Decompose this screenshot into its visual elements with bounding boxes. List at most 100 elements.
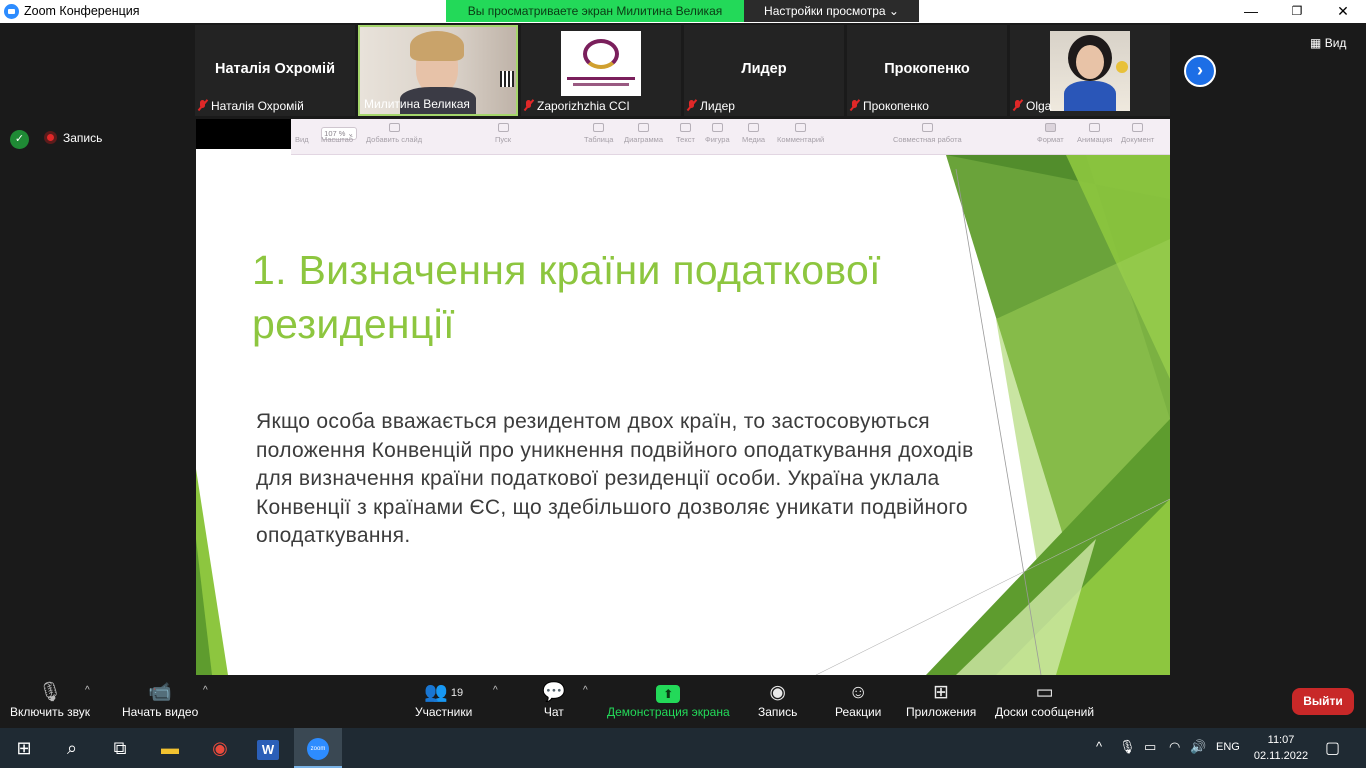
file-explorer-icon[interactable]: ▬ (146, 728, 194, 768)
view-button-label: Вид (1324, 36, 1347, 50)
chat-options-caret[interactable]: ^ (583, 685, 588, 696)
add-slide-button[interactable]: Добавить слайд (366, 123, 422, 144)
share-frame-edge (196, 119, 291, 149)
participant-label: Прокопенко (850, 99, 929, 114)
notifications-icon[interactable]: ▢ (1325, 738, 1340, 758)
minimize-button[interactable]: — (1228, 0, 1274, 23)
participants-icon: 👥 19 (424, 682, 464, 703)
chevron-down-icon: ⌄ (888, 4, 899, 18)
volume-icon[interactable]: 🔊 (1190, 739, 1206, 755)
participant-tile[interactable]: Olga (1010, 25, 1170, 116)
participant-tile[interactable]: Наталія Охромій Наталія Охромій (195, 25, 355, 116)
start-button[interactable]: ⊞ (0, 728, 48, 768)
search-icon[interactable]: ⌕ (48, 728, 96, 768)
record-button[interactable]: ◉ Запись (758, 681, 797, 719)
participants-options-caret[interactable]: ^ (493, 685, 498, 696)
animate-button[interactable]: Анимация (1077, 123, 1112, 144)
system-clock[interactable]: 11:07 02.11.2022 (1250, 732, 1312, 764)
participant-label: Лидер (687, 99, 735, 114)
security-shield-icon[interactable]: ✓ (10, 130, 29, 149)
logo-caption-line (567, 77, 635, 80)
next-page-button[interactable]: › (1184, 55, 1216, 87)
document-button[interactable]: Документ (1121, 123, 1154, 144)
maximize-button[interactable]: ❐ (1274, 0, 1320, 23)
recording-indicator[interactable]: Запись (44, 131, 102, 145)
participant-tile-active-speaker[interactable]: Милитина Великая (358, 25, 518, 116)
play-icon (497, 123, 509, 132)
view-settings-button[interactable]: Настройки просмотра ⌄ (744, 0, 919, 22)
media-icon (748, 123, 760, 132)
unmute-button[interactable]: 🎙 Включить звук (10, 681, 90, 719)
reactions-icon: ☺ (848, 682, 868, 703)
apps-button[interactable]: ⊞ Приложения (906, 681, 976, 719)
leave-button[interactable]: Выйти (1292, 688, 1354, 715)
participant-hair (410, 31, 464, 61)
format-brush-icon (1044, 123, 1056, 132)
language-indicator[interactable]: ENG (1216, 741, 1240, 753)
whiteboard-icon: ▭ (1035, 682, 1054, 703)
collaborate-icon (921, 123, 933, 132)
chat-icon: 💬 (542, 682, 566, 703)
record-dot-icon (44, 131, 57, 144)
start-video-button[interactable]: 📹 Начать видео (122, 681, 198, 719)
share-screen-button[interactable]: ⬆ Демонстрация экрана (607, 681, 730, 719)
reactions-button[interactable]: ☺ Реакции (835, 681, 881, 719)
participant-label: Наталія Охромій (198, 99, 304, 114)
participant-tile[interactable]: Zaporizhzhia CCI (521, 25, 681, 116)
participant-label: Zaporizhzhia CCI (524, 99, 630, 114)
view-button[interactable]: ▦ Вид (1310, 36, 1346, 50)
tray-mic-icon[interactable]: 🎙 (1119, 739, 1136, 755)
qr-code-image (500, 71, 514, 87)
tray-overflow-icon[interactable]: ^ (1096, 739, 1102, 754)
task-view-icon[interactable]: ⧉ (96, 728, 144, 768)
text-button[interactable]: Текст (676, 123, 695, 144)
chrome-icon[interactable]: ◉ (196, 728, 244, 768)
participant-photo (1050, 31, 1130, 111)
mic-muted-icon (687, 100, 696, 111)
shape-button[interactable]: Фигура (705, 123, 730, 144)
video-off-icon: 📹 (148, 682, 172, 703)
whiteboards-button[interactable]: ▭ Доски сообщений (995, 681, 1094, 719)
shared-screen[interactable]: Вид 107 % ⌄ Масштаб Добавить слайд Пуск … (196, 119, 1170, 675)
logo-emblem (583, 39, 619, 69)
photo-flower (1116, 61, 1128, 73)
play-button[interactable]: Пуск (495, 123, 511, 144)
chat-label: Чат (543, 705, 564, 719)
viewing-screen-banner: Вы просматриваете экран Милитина Великая (446, 0, 744, 22)
audio-options-caret[interactable]: ^ (85, 685, 90, 696)
whiteboards-label: Доски сообщений (995, 705, 1095, 719)
keynote-view-button[interactable]: Вид (295, 123, 309, 144)
share-screen-icon: ⬆ (607, 681, 730, 705)
animate-icon (1089, 123, 1101, 132)
reactions-label: Реакции (835, 705, 882, 719)
media-button[interactable]: Медиа (742, 123, 765, 144)
shape-icon (711, 123, 723, 132)
view-settings-label: Настройки просмотра (764, 4, 886, 18)
chamber-logo-image (561, 31, 641, 96)
keynote-zoom-label: Масштаб (321, 135, 354, 144)
close-button[interactable]: ✕ (1320, 0, 1366, 23)
zoom-app-icon[interactable]: zoom (294, 728, 342, 768)
format-button[interactable]: Формат (1037, 123, 1064, 144)
participant-label: Милитина Великая (364, 97, 470, 111)
collaborate-button[interactable]: Совместная работа (893, 123, 962, 144)
mic-muted-icon: 🎙 (37, 682, 63, 703)
clock-time: 11:07 (1267, 734, 1295, 746)
participants-button[interactable]: 👥 19 Участники (415, 681, 472, 719)
record-label: Запись (758, 705, 798, 719)
battery-icon[interactable]: ▭ (1144, 739, 1156, 755)
video-options-caret[interactable]: ^ (203, 685, 208, 696)
participant-tile[interactable]: Прокопенко Прокопенко (847, 25, 1007, 116)
slide-body: Якщо особа вважається резидентом двох кр… (256, 410, 974, 547)
record-icon: ◉ (769, 682, 786, 703)
chat-button[interactable]: 💬 Чат (542, 681, 566, 719)
chart-button[interactable]: Диаграмма (624, 123, 663, 144)
table-button[interactable]: Таблица (584, 123, 613, 144)
comment-icon (795, 123, 807, 132)
photo-face (1076, 45, 1104, 79)
participant-tile[interactable]: Лидер Лидер (684, 25, 844, 116)
mic-muted-icon (524, 100, 533, 111)
wifi-icon[interactable]: ◠ (1169, 739, 1180, 755)
comment-button[interactable]: Комментарий (777, 123, 824, 144)
word-icon[interactable]: W (244, 728, 292, 768)
